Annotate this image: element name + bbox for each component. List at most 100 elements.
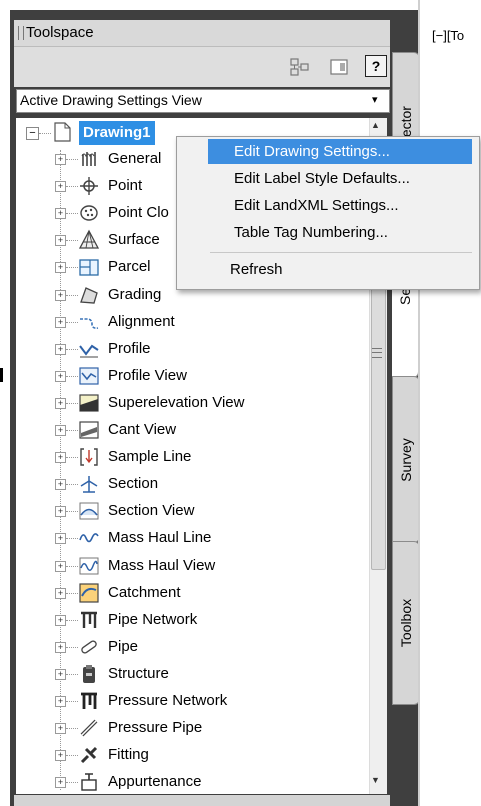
profile-icon — [79, 344, 99, 358]
tree-item-profile-view[interactable]: Profile View — [108, 365, 187, 387]
tree-connector — [66, 620, 78, 621]
scroll-up-icon[interactable]: ▲ — [371, 120, 380, 130]
parcel-icon — [79, 259, 99, 276]
tree-connector — [66, 782, 78, 783]
tab-survey[interactable]: Survey — [392, 376, 420, 543]
drawing-viewport[interactable] — [418, 0, 481, 806]
expand-icon[interactable]: + — [55, 750, 66, 761]
pipe-network-icon — [81, 611, 97, 628]
tree-connector — [66, 566, 78, 567]
expand-icon[interactable]: + — [55, 777, 66, 788]
expand-icon[interactable]: + — [55, 615, 66, 626]
menu-separator — [210, 252, 472, 253]
scroll-grip-icon — [372, 348, 382, 358]
tree-item-mass-haul-view[interactable]: Mass Haul View — [108, 555, 215, 577]
tree-item-appurtenance[interactable]: Appurtenance — [108, 771, 201, 793]
tree-item-point[interactable]: Point — [108, 175, 142, 197]
chevron-down-icon[interactable]: ▾ — [372, 93, 378, 106]
viewport-label[interactable]: [−][To — [432, 28, 464, 43]
tree-item-pipe-network[interactable]: Pipe Network — [108, 609, 197, 631]
superelevation-view-icon — [79, 394, 99, 412]
expand-icon[interactable]: + — [55, 479, 66, 490]
pressure-network-icon — [81, 692, 97, 709]
fitting-icon — [80, 746, 98, 764]
left-margin — [0, 0, 10, 806]
expand-icon[interactable]: + — [55, 371, 66, 382]
tree-connector — [66, 457, 78, 458]
tree-item-surface[interactable]: Surface — [108, 229, 160, 251]
expand-icon[interactable]: + — [55, 669, 66, 680]
expand-icon[interactable]: + — [55, 235, 66, 246]
tree-item-general[interactable]: General — [108, 148, 161, 170]
expand-icon[interactable]: + — [55, 506, 66, 517]
collapse-icon[interactable]: − — [26, 127, 39, 140]
grading-icon — [80, 287, 98, 304]
tree-root-drawing1[interactable]: Drawing1 — [79, 121, 155, 145]
tree-item-pipe[interactable]: Pipe — [108, 636, 138, 658]
expand-icon[interactable]: + — [55, 344, 66, 355]
menu-item-edit-drawing-settings[interactable]: Edit Drawing Settings... — [208, 139, 472, 164]
tree-item-superelevation-view[interactable]: Superelevation View — [108, 392, 244, 414]
grip-handle-icon[interactable] — [18, 26, 24, 40]
expand-icon[interactable]: + — [55, 181, 66, 192]
section-view-icon — [79, 502, 99, 520]
expand-icon[interactable]: + — [55, 317, 66, 328]
tree-connector — [66, 647, 78, 648]
expand-icon[interactable]: + — [55, 642, 66, 653]
expand-icon[interactable]: + — [55, 208, 66, 219]
tree-item-structure[interactable]: Structure — [108, 663, 169, 685]
expand-icon[interactable]: + — [55, 154, 66, 165]
tree-item-grading[interactable]: Grading — [108, 284, 161, 306]
tree-connector — [66, 430, 78, 431]
expand-icon[interactable]: + — [55, 290, 66, 301]
pressure-pipe-icon — [80, 719, 98, 737]
tree-item-catchment[interactable]: Catchment — [108, 582, 181, 604]
tree-connector — [66, 674, 78, 675]
tree-item-pressure-pipe[interactable]: Pressure Pipe — [108, 717, 202, 739]
expand-icon[interactable]: + — [55, 425, 66, 436]
cant-view-icon — [79, 421, 99, 439]
expand-icon[interactable]: + — [55, 588, 66, 599]
tree-connector — [66, 240, 78, 241]
panel-bottom-bar — [14, 795, 390, 806]
tree-item-point-clo[interactable]: Point Clo — [108, 202, 169, 224]
help-button[interactable]: ? — [365, 55, 387, 77]
expand-icon[interactable]: + — [55, 262, 66, 273]
tree-item-mass-haul-line[interactable]: Mass Haul Line — [108, 527, 211, 549]
expand-icon[interactable]: + — [55, 723, 66, 734]
tree-connector — [66, 484, 78, 485]
tree-connector — [66, 295, 78, 296]
panel-view-icon[interactable] — [328, 56, 350, 78]
expand-icon[interactable]: + — [55, 452, 66, 463]
profile-view-icon — [79, 367, 99, 385]
expand-icon[interactable]: + — [55, 696, 66, 707]
mass-haul-line-icon — [79, 533, 99, 543]
expand-icon[interactable]: + — [55, 533, 66, 544]
sample-line-icon — [80, 448, 98, 466]
tree-item-pressure-network[interactable]: Pressure Network — [108, 690, 227, 712]
tree-item-fitting[interactable]: Fitting — [108, 744, 149, 766]
alignment-icon — [80, 318, 99, 329]
tree-item-alignment[interactable]: Alignment — [108, 311, 175, 333]
tree-item-section-view[interactable]: Section View — [108, 500, 194, 522]
expand-icon[interactable]: + — [55, 561, 66, 572]
menu-item-table-tag-numbering[interactable]: Table Tag Numbering... — [208, 220, 472, 245]
tab-toolbox-label: Toolbox — [398, 598, 414, 648]
menu-item-edit-landxml-settings[interactable]: Edit LandXML Settings... — [208, 193, 472, 218]
tab-toolbox[interactable]: Toolbox — [392, 541, 420, 705]
tree-connector — [66, 755, 78, 756]
menu-item-refresh[interactable]: Refresh — [208, 257, 472, 282]
tree-item-sample-line[interactable]: Sample Line — [108, 446, 191, 468]
tree-connector — [66, 701, 78, 702]
tree-item-section[interactable]: Section — [108, 473, 158, 495]
scroll-down-icon[interactable]: ▼ — [371, 775, 380, 785]
menu-item-edit-label-style-defaults[interactable]: Edit Label Style Defaults... — [208, 166, 472, 191]
expand-icon[interactable]: + — [55, 398, 66, 409]
tree-item-parcel[interactable]: Parcel — [108, 256, 151, 278]
tree-connector — [66, 349, 78, 350]
tree-item-profile[interactable]: Profile — [108, 338, 151, 360]
edge-marker — [0, 368, 3, 382]
tree-connector — [66, 213, 78, 214]
tree-item-cant-view[interactable]: Cant View — [108, 419, 176, 441]
item-view-icon[interactable] — [288, 56, 310, 78]
